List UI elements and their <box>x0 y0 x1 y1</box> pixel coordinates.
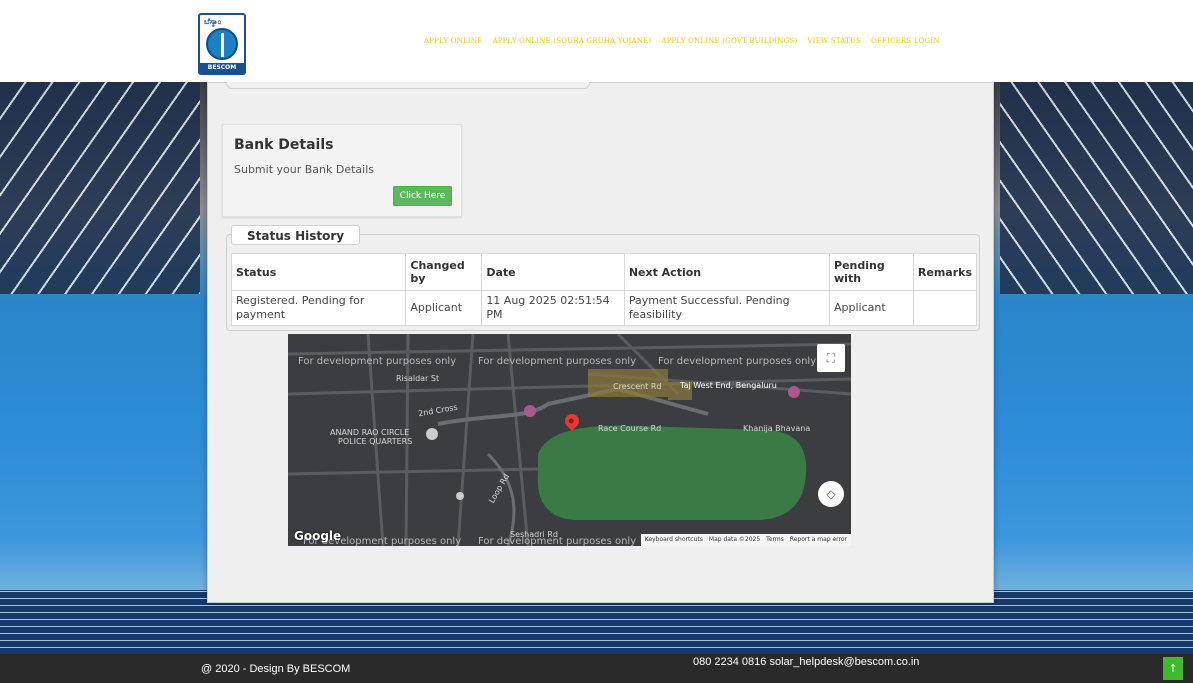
map-label: ANAND RAO CIRCLE <box>330 428 410 437</box>
main-content: Bank Details Submit your Bank Details Cl… <box>207 73 994 603</box>
google-logo[interactable]: Google <box>294 529 341 543</box>
map-dev-watermark: For development purposes only <box>478 356 637 367</box>
col-status: Status <box>230 253 407 291</box>
report-map-error-link[interactable]: Report a map error <box>790 534 847 546</box>
terms-link[interactable]: Terms <box>766 534 784 546</box>
map-dev-watermark: For development purposes only <box>298 356 457 367</box>
col-changed-by: Changed by <box>405 253 483 291</box>
nav-apply-online-soura[interactable]: APPLY ONLINE (SOURA GRUHA YOJANE) <box>492 37 651 45</box>
keyboard-shortcuts-link[interactable]: Keyboard shortcuts <box>645 534 703 546</box>
map-label: POLICE QUARTERS <box>338 437 413 446</box>
bank-details-card: Bank Details Submit your Bank Details Cl… <box>222 124 462 217</box>
table-row: Registered. Pending for payment Applican… <box>230 290 978 326</box>
map-label: Race Course Rd <box>598 424 662 433</box>
nav-view-status[interactable]: VIEW STATUS <box>807 37 861 45</box>
site-header: ಬೆಸ್ಕಾಂ BESCOM APPLY ONLINE APPLY ONLINE… <box>0 0 1193 82</box>
fullscreen-icon[interactable]: ⛶ <box>817 344 845 372</box>
logo-emblem-icon <box>206 28 238 60</box>
cell-changed-by: Applicant <box>405 290 483 326</box>
footer-contact: 080 2234 0816 solar_helpdesk@bescom.co.i… <box>693 656 920 668</box>
status-history-section: Status History Status Changed by Date Ne… <box>226 225 980 331</box>
status-history-table: Status Changed by Date Next Action Pendi… <box>230 253 978 326</box>
map-label: Crescent Rd <box>613 382 662 391</box>
nav-officers-login[interactable]: OFFICERS LOGIN <box>871 37 940 45</box>
bescom-logo[interactable]: ಬೆಸ್ಕಾಂ BESCOM <box>198 13 246 75</box>
logo-kannada-text: ಬೆಸ್ಕಾಂ <box>204 17 222 26</box>
bank-details-button[interactable]: Click Here <box>393 186 452 206</box>
footer-copyright: @ 2020 - Design By BESCOM <box>201 663 351 675</box>
solar-panels-right <box>1000 82 1193 294</box>
nav-apply-online[interactable]: APPLY ONLINE <box>424 37 482 45</box>
solar-panels-left <box>0 82 200 294</box>
map-label: Khanija Bhavana <box>743 424 811 433</box>
main-nav: APPLY ONLINE APPLY ONLINE (SOURA GRUHA Y… <box>424 37 940 45</box>
cell-pending-with: Applicant <box>829 290 914 326</box>
my-location-icon[interactable]: ◇ <box>818 481 844 507</box>
map-label: Risaldar St <box>396 374 440 383</box>
cell-status: Registered. Pending for payment <box>230 290 407 326</box>
col-next-action: Next Action <box>623 253 831 291</box>
bank-details-title: Bank Details <box>234 137 334 153</box>
map-attribution: Keyboard shortcuts Map data ©2025 Terms … <box>640 534 851 546</box>
col-remarks: Remarks <box>912 253 978 291</box>
cell-date: 11 Aug 2025 02:51:54 PM <box>481 290 625 326</box>
scroll-to-top-button[interactable]: ↑ <box>1163 657 1183 680</box>
nav-apply-online-govt[interactable]: APPLY ONLINE (GOVT BUILDINGS) <box>661 37 797 45</box>
map-label: Taj West End, Bengaluru <box>680 381 777 390</box>
table-header-row: Status Changed by Date Next Action Pendi… <box>230 253 978 291</box>
logo-brand-text: BESCOM <box>200 63 244 73</box>
status-history-legend: Status History <box>231 225 361 245</box>
bank-details-description: Submit your Bank Details <box>234 163 375 176</box>
map-data-text: Map data ©2025 <box>708 536 761 543</box>
cell-next-action: Payment Successful. Pending feasibility <box>623 290 831 326</box>
col-pending-with: Pending with <box>829 253 914 291</box>
cell-remarks <box>912 290 978 326</box>
map-label: Seshadri Rd <box>510 530 558 539</box>
location-map[interactable]: For development purposes only For develo… <box>288 334 851 546</box>
col-date: Date <box>481 253 625 291</box>
map-dev-watermark: For development purposes only <box>658 356 817 367</box>
site-footer: @ 2020 - Design By BESCOM 080 2234 0816 … <box>0 654 1193 683</box>
